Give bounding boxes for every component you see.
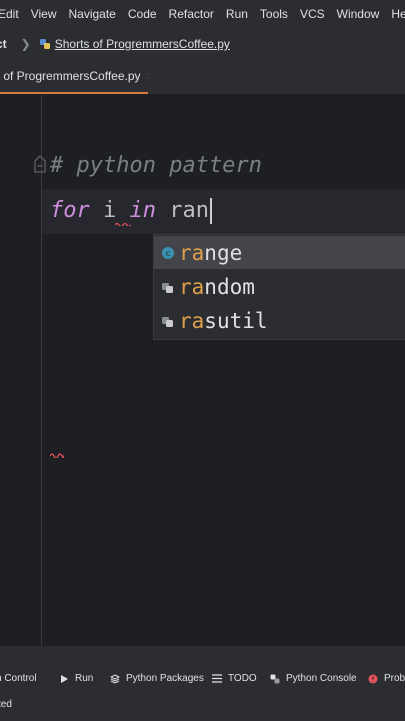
code-for-line: for i in ran [50,197,212,226]
menu-bar: Edit View Navigate Code Refactor Run Too… [0,0,405,28]
tool-python-packages[interactable]: Python Packages [110,673,204,684]
breadcrumb-project[interactable]: ct [0,37,7,51]
warning-squiggle [115,222,131,226]
completion-item-random[interactable]: ra ndom [154,270,405,303]
error-icon [368,674,378,683]
close-icon[interactable]: × [147,69,148,83]
tool-version-control[interactable]: n Control [0,673,37,684]
tool-run[interactable]: Run [60,673,93,684]
menu-window[interactable]: Window [337,7,380,21]
python-file-icon [39,39,50,49]
tool-problems[interactable]: Probl [368,673,405,684]
gutter-divider [41,95,42,645]
class-c-icon: c [162,246,174,259]
keyword-for: for [50,198,90,223]
text-caret [210,198,212,224]
menu-run[interactable]: Run [226,7,248,21]
error-squiggle [50,453,64,458]
fold-icon[interactable] [33,155,47,173]
tool-todo[interactable]: TODO [212,673,257,684]
tool-python-console[interactable]: Python Console [270,673,357,684]
layers-icon [110,673,120,684]
menu-edit[interactable]: Edit [0,7,19,21]
menu-navigate[interactable]: Navigate [68,7,115,21]
breadcrumb: ct ❯ Shorts of ProgremmersCoffee.py [0,28,405,61]
code-comment-line: # python pattern [50,153,262,178]
package-icon [162,316,173,327]
status-message: ted [0,699,12,710]
typed-identifier: ran [169,198,209,223]
run-icon [61,674,68,683]
tool-window-bar: n Control Run Python Packages TODO Pytho… [0,645,405,721]
chevron-right-icon: ❯ [20,37,31,51]
list-icon [212,674,222,683]
completion-item-range[interactable]: c ra nge [154,236,405,269]
tab-current-file[interactable]: s of ProgremmersCoffee.py × [0,60,148,94]
python-console-icon [270,674,280,683]
breadcrumb-file[interactable]: Shorts of ProgremmersCoffee.py [55,37,230,51]
completion-popup: c ra nge ra ndom ra sutil [153,234,405,340]
loop-variable: i [103,198,131,226]
editor-tab-bar: s of ProgremmersCoffee.py × [0,60,405,95]
menu-tools[interactable]: Tools [260,7,288,21]
completion-item-rasutil[interactable]: ra sutil [154,304,405,337]
menu-view[interactable]: View [31,7,57,21]
svg-text:c: c [166,249,170,258]
menu-help[interactable]: Help [391,7,405,21]
menu-refactor[interactable]: Refactor [169,7,214,21]
menu-code[interactable]: Code [128,7,157,21]
keyword-in: in [129,198,157,223]
package-icon [162,282,173,293]
menu-vcs[interactable]: VCS [300,7,325,21]
tab-label: s of ProgremmersCoffee.py [0,69,141,83]
